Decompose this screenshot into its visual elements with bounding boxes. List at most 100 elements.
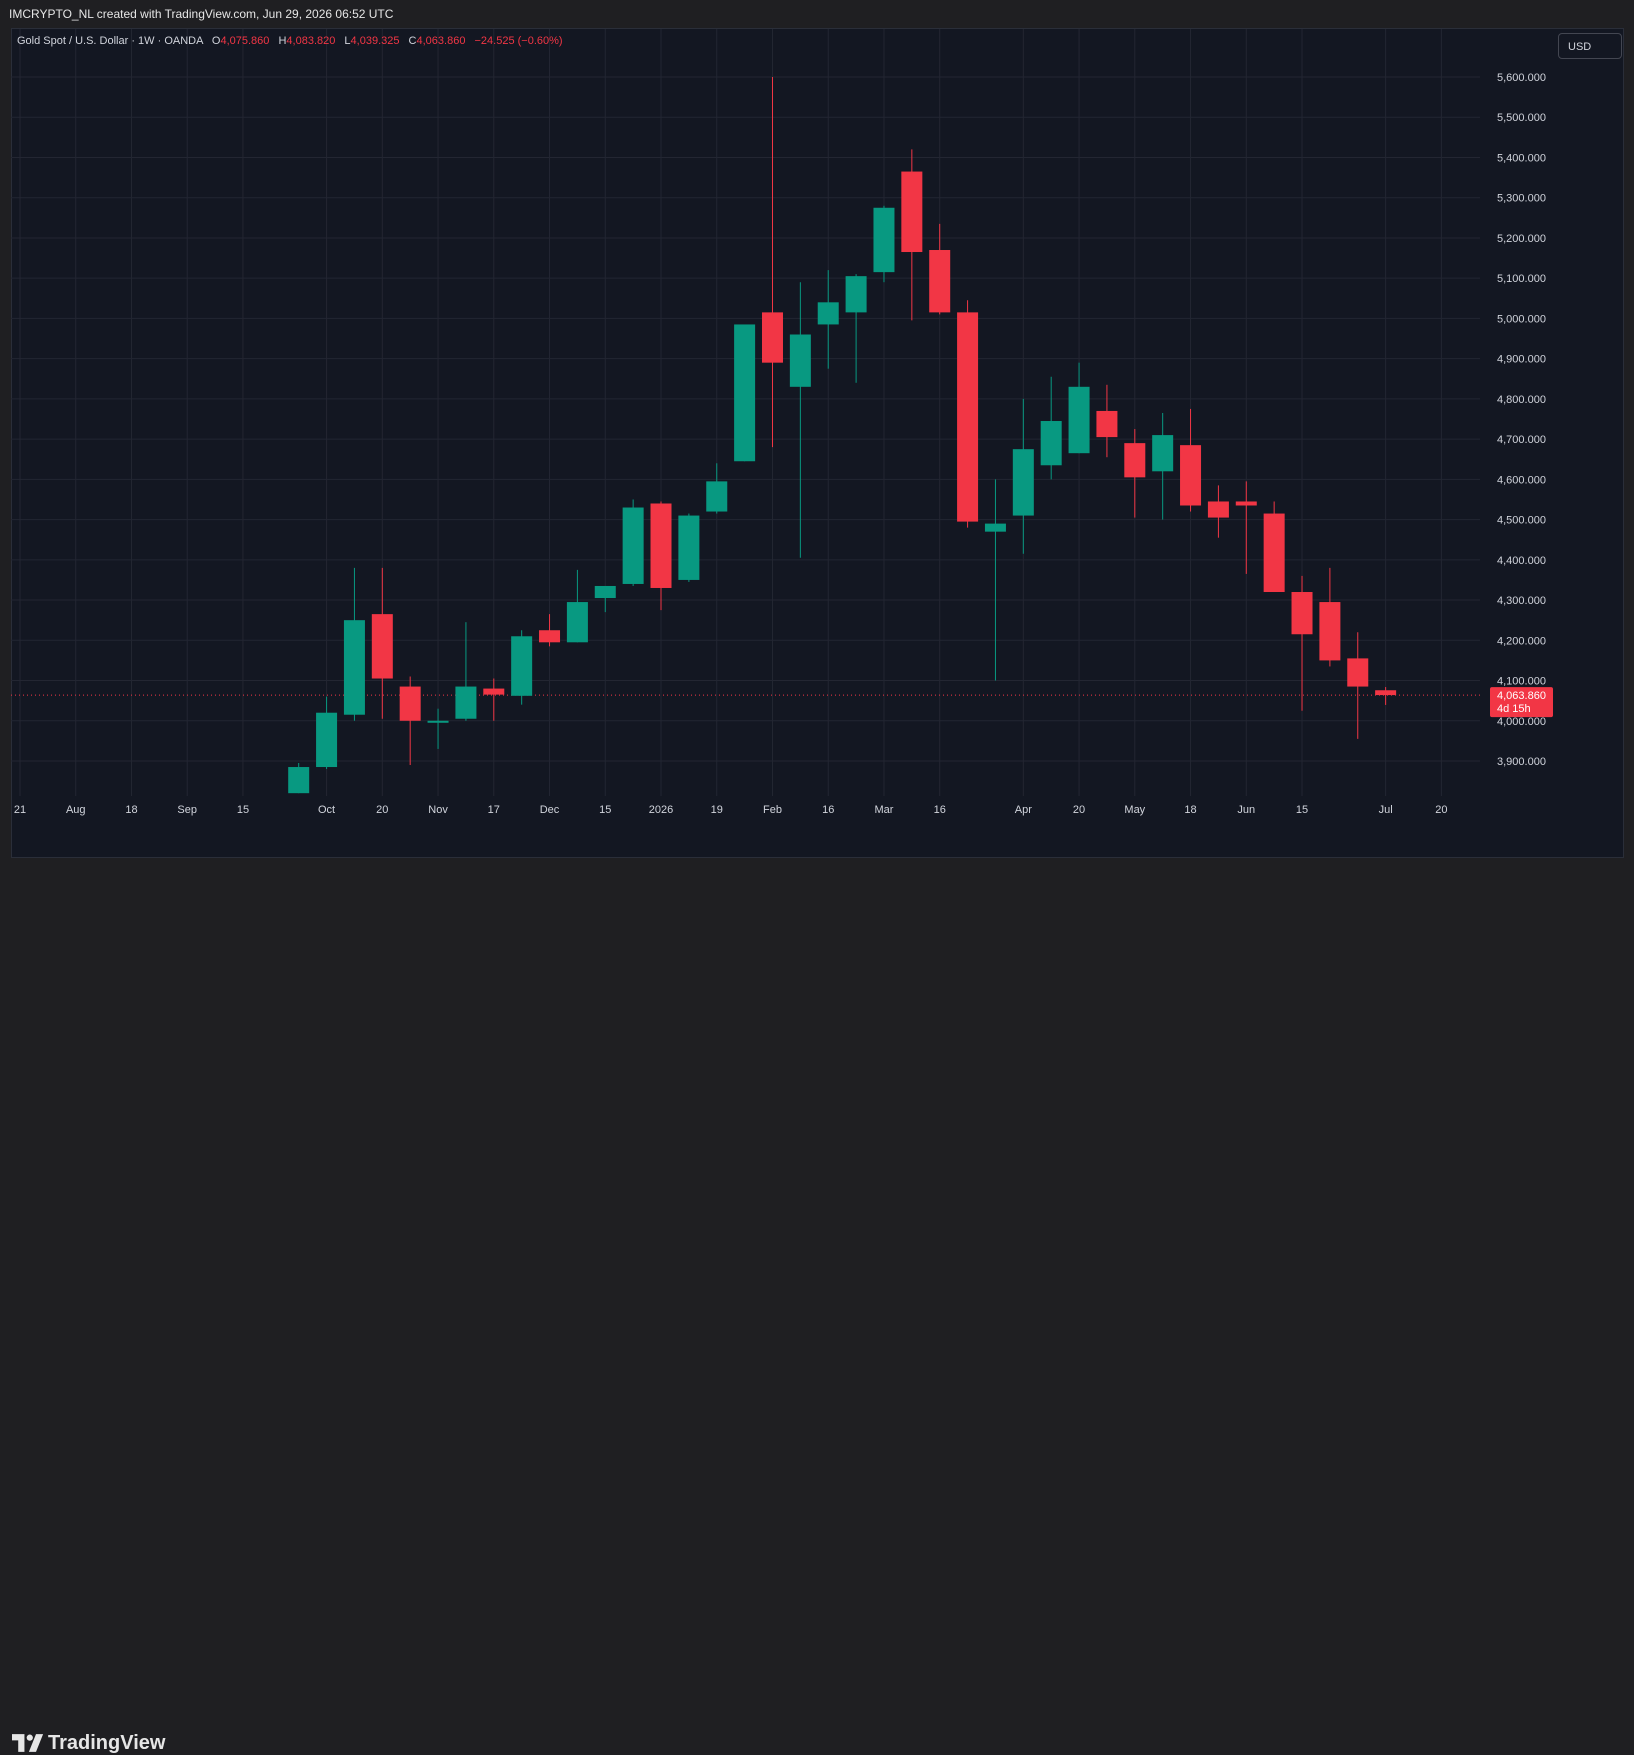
price-tick-label: 4,900.000: [1497, 354, 1546, 366]
last-price-tag: 4,063.860 4d 15h: [1490, 687, 1553, 718]
price-tick-label: 4,600.000: [1497, 474, 1546, 486]
candle-body: [316, 712, 338, 768]
candle-body: [1319, 602, 1341, 661]
time-tick-label: 18: [125, 804, 137, 816]
price-tick-label: 4,300.000: [1497, 595, 1546, 607]
candle-body: [1291, 592, 1313, 635]
candle-body: [901, 171, 923, 253]
low-value: 4,039.325: [350, 35, 400, 47]
last-price-value: 4,063.860: [1497, 690, 1546, 702]
close-label: C: [408, 35, 417, 47]
candle-body: [706, 481, 728, 512]
price-tick-label: 4,400.000: [1497, 555, 1546, 567]
price-tick-label: 4,200.000: [1497, 635, 1546, 647]
candle-body: [594, 585, 616, 599]
candles: [288, 77, 1397, 794]
candle-body: [1040, 421, 1062, 466]
candle-body: [539, 630, 561, 643]
candle-body: [678, 515, 700, 580]
time-tick-label: 21: [14, 804, 26, 816]
time-tick-label: Oct: [318, 804, 335, 816]
candle-body: [817, 302, 839, 325]
close-value: 4,063.860: [416, 35, 466, 47]
tradingview-logo-icon[interactable]: [12, 1734, 44, 1752]
candle-body: [343, 620, 365, 715]
candle-body: [1235, 501, 1257, 506]
price-tick-label: 4,700.000: [1497, 434, 1546, 446]
candle-body: [845, 276, 867, 313]
currency-button[interactable]: USD: [1558, 33, 1622, 59]
candle-body: [455, 686, 477, 719]
price-tick-label: 4,100.000: [1497, 676, 1546, 688]
time-tick-label: 15: [599, 804, 611, 816]
tradingview-brand[interactable]: TradingView: [48, 1732, 165, 1755]
time-tick-label: Feb: [763, 804, 782, 816]
symbol-legend[interactable]: Gold Spot / U.S. Dollar · 1W · OANDA O4,…: [17, 35, 563, 47]
candle-body: [511, 636, 533, 696]
time-tick-label: 20: [1435, 804, 1447, 816]
time-axis: 21 Aug 18 Sep 15 Oct 20 Nov 17 Dec 15 2026 19 Feb 16 Ma…: [14, 804, 1448, 816]
candle-body: [1124, 443, 1146, 478]
symbol-title[interactable]: Gold Spot / U.S. Dollar · 1W · OANDA: [17, 35, 203, 47]
price-tick-label: 5,300.000: [1497, 193, 1546, 205]
time-tick-label: Dec: [540, 804, 560, 816]
candle-body: [1068, 386, 1090, 454]
time-tick-label: 18: [1184, 804, 1196, 816]
candle-body: [1096, 410, 1118, 438]
time-tick-label: 16: [934, 804, 946, 816]
time-tick-label: 20: [1073, 804, 1085, 816]
change-value: −24.525 (−0.60%): [474, 35, 563, 47]
candle-body: [566, 602, 588, 643]
time-tick-label: Apr: [1015, 804, 1032, 816]
candlestick-chart[interactable]: 3,900.000 4,000.000 4,100.000 4,200.000 4,30…: [0, 0, 1634, 858]
candle-body: [1263, 513, 1285, 593]
candle-body: [734, 324, 756, 462]
candle-body: [1152, 435, 1174, 472]
candle-body: [622, 507, 644, 584]
high-value: 4,083.820: [286, 35, 336, 47]
candle-body: [1347, 658, 1369, 687]
candle-body: [371, 614, 393, 679]
time-tick-label: Jun: [1237, 804, 1255, 816]
open-value: 4,075.860: [220, 35, 270, 47]
candle-body: [1012, 449, 1034, 516]
time-tick-label: 2026: [649, 804, 673, 816]
time-tick-label: Mar: [874, 804, 893, 816]
time-tick-label: 20: [376, 804, 388, 816]
time-tick-label: 17: [488, 804, 500, 816]
candle-body: [1375, 690, 1397, 696]
candle-body: [761, 312, 783, 363]
candle-body: [1207, 501, 1229, 518]
candle-body: [929, 250, 951, 313]
time-tick-label: 16: [822, 804, 834, 816]
price-tick-label: 5,000.000: [1497, 313, 1546, 325]
price-tick-label: 5,500.000: [1497, 112, 1546, 124]
price-tick-label: 3,900.000: [1497, 756, 1546, 768]
time-tick-label: Nov: [428, 804, 448, 816]
time-tick-label: Aug: [66, 804, 86, 816]
time-tick-label: Sep: [177, 804, 197, 816]
candle-body: [1180, 445, 1202, 506]
candle-body: [650, 503, 672, 588]
candle-body: [873, 207, 895, 273]
time-tick-label: Jul: [1379, 804, 1393, 816]
price-axis: 3,900.000 4,000.000 4,100.000 4,200.000 4,30…: [1497, 72, 1546, 768]
time-tick-label: 15: [1296, 804, 1308, 816]
candle-body: [483, 688, 505, 695]
candle-body: [789, 334, 811, 387]
footer: TradingView: [0, 858, 1634, 1754]
time-tick-label: 15: [237, 804, 249, 816]
candle-body: [984, 523, 1006, 532]
candle-body: [288, 767, 310, 794]
price-tick-label: 5,200.000: [1497, 233, 1546, 245]
time-tick-label: May: [1124, 804, 1145, 816]
candle-countdown: 4d 15h: [1497, 703, 1531, 715]
price-tick-label: 5,400.000: [1497, 152, 1546, 164]
price-tick-label: 5,100.000: [1497, 273, 1546, 285]
candle-body: [427, 720, 449, 723]
candle-body: [399, 686, 421, 721]
price-tick-label: 5,600.000: [1497, 72, 1546, 84]
price-tick-label: 4,000.000: [1497, 716, 1546, 728]
candle-body: [957, 312, 979, 522]
time-tick-label: 19: [711, 804, 723, 816]
